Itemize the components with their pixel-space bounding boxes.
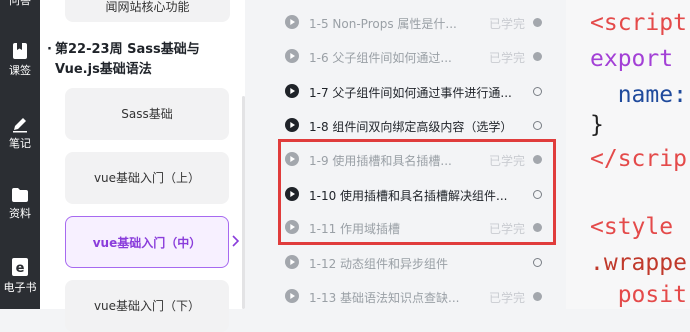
code-line: posit — [590, 282, 687, 308]
progress-dot-icon — [533, 292, 542, 301]
subsection-vue-basic-3[interactable]: vue基础入门（下） — [65, 280, 229, 332]
progress-dot-icon — [533, 52, 542, 61]
progress-dot-icon — [533, 18, 542, 27]
week-title-text: 第22-23周 Sass基础与Vue.js基础语法 — [55, 42, 200, 77]
bookmark-icon — [13, 43, 27, 59]
code-line: export — [590, 46, 674, 72]
play-icon — [285, 15, 299, 29]
code-line: } — [590, 112, 604, 138]
lesson-title: 1-6 父子组件间如何通过... — [309, 51, 452, 65]
play-icon — [285, 84, 299, 98]
code-preview: <script export name:} </scrip <style .wrappe… — [566, 0, 690, 309]
subsection-vue-basic-1[interactable]: vue基础入门（上） — [65, 152, 229, 204]
subsection-sass[interactable]: Sass基础 — [65, 88, 229, 140]
rail-item-notes[interactable]: 笔记 — [0, 115, 40, 151]
chapter-scrollbar[interactable] — [242, 96, 245, 309]
rail-item-bookmark[interactable]: 课签 — [0, 42, 40, 78]
pen-icon — [13, 118, 27, 133]
rail-item-qa[interactable]: 问答 — [0, 0, 40, 8]
lesson-title: 1-5 Non-Props 属性是什... — [309, 17, 457, 31]
progress-dot-icon — [533, 258, 542, 267]
lesson-status: 已学完 — [489, 17, 526, 31]
bullet-dot: · — [47, 42, 52, 57]
play-icon — [285, 289, 299, 303]
play-icon — [285, 255, 299, 269]
rail-item-materials[interactable]: 资料 — [0, 187, 40, 221]
rail-label-notes: 笔记 — [9, 137, 31, 150]
lesson-title: 1-8 组件间双向绑定高级内容（选学） — [309, 120, 513, 134]
rail-label-ebook: 电子书 — [3, 281, 37, 294]
lesson-status: 已学完 — [489, 291, 526, 305]
chevron-right-icon — [232, 235, 240, 247]
lesson-title: 1-7 父子组件间如何通过事件进行通... — [309, 86, 512, 100]
lesson-title: 1-13 基础语法知识点查缺... — [309, 291, 460, 305]
code-line: <style — [590, 214, 674, 240]
play-icon — [285, 49, 299, 63]
subsection-vue-basic-2[interactable]: vue基础入门（中） — [65, 216, 229, 268]
play-icon — [285, 118, 299, 132]
code-line: <script — [590, 10, 687, 36]
rail-label-bookmark: 课签 — [9, 64, 31, 77]
rail-label-materials: 资料 — [9, 207, 31, 220]
chapter-item-top[interactable]: 闻网站核心功能 — [65, 0, 230, 22]
highlight-box — [278, 139, 556, 245]
lesson-title: 1-12 动态组件和异步组件 — [309, 257, 449, 271]
code-line: .wrappe — [590, 250, 687, 276]
folder-icon — [12, 188, 28, 202]
progress-dot-icon — [533, 87, 542, 96]
progress-dot-icon — [533, 121, 542, 130]
ebook-icon: e — [12, 258, 28, 276]
rail-label-qa: 问答 — [9, 0, 31, 7]
svg-text:e: e — [16, 261, 25, 276]
week-title: · 第22-23周 Sass基础与Vue.js基础语法 — [47, 40, 235, 80]
rail-item-ebook[interactable]: e 电子书 — [0, 257, 40, 295]
code-line: </scrip — [590, 146, 687, 172]
code-line: name: — [590, 82, 687, 108]
lesson-status: 已学完 — [489, 51, 526, 65]
left-rail: 问答 课签 笔记 资料 e 电子书 — [0, 0, 40, 309]
